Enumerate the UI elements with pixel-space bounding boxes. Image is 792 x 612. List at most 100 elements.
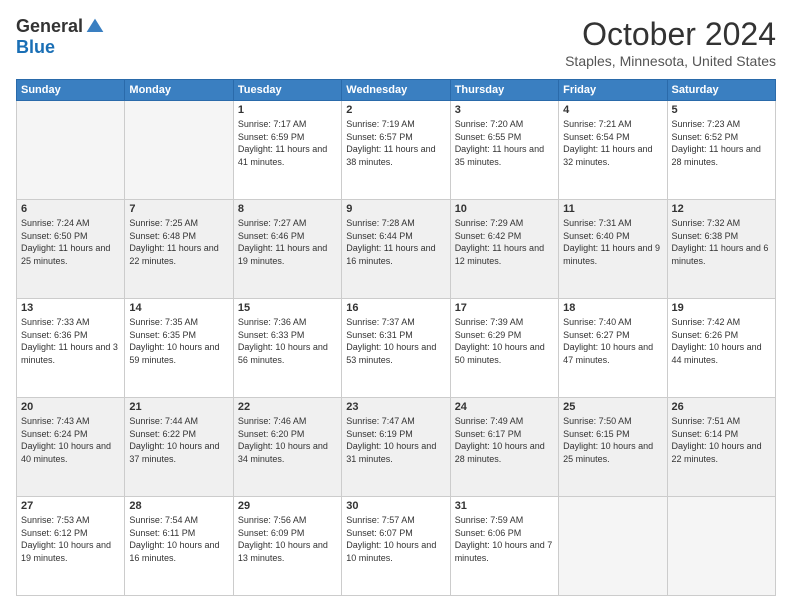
day-number: 5 xyxy=(672,104,771,116)
table-row xyxy=(125,101,233,200)
day-info: Sunrise: 7:50 AMSunset: 6:15 PMDaylight:… xyxy=(563,415,662,465)
day-number: 22 xyxy=(238,401,337,413)
day-number: 7 xyxy=(129,203,228,215)
day-info: Sunrise: 7:19 AMSunset: 6:57 PMDaylight:… xyxy=(346,118,445,168)
calendar-header-row: Sunday Monday Tuesday Wednesday Thursday… xyxy=(17,80,776,101)
day-number: 20 xyxy=(21,401,120,413)
day-number: 15 xyxy=(238,302,337,314)
day-info: Sunrise: 7:24 AMSunset: 6:50 PMDaylight:… xyxy=(21,217,120,267)
table-row xyxy=(667,497,775,596)
table-row: 22 Sunrise: 7:46 AMSunset: 6:20 PMDayligh… xyxy=(233,398,341,497)
day-info: Sunrise: 7:39 AMSunset: 6:29 PMDaylight:… xyxy=(455,316,554,366)
table-row: 15 Sunrise: 7:36 AMSunset: 6:33 PMDayligh… xyxy=(233,299,341,398)
table-row xyxy=(559,497,667,596)
header: General Blue October 2024 Staples, Minne… xyxy=(16,16,776,69)
table-row: 4Sunrise: 7:21 AMSunset: 6:54 PMDaylight… xyxy=(559,101,667,200)
day-number: 25 xyxy=(563,401,662,413)
table-row: 31 Sunrise: 7:59 AMSunset: 6:06 PMDayligh… xyxy=(450,497,558,596)
day-number: 23 xyxy=(346,401,445,413)
day-info: Sunrise: 7:49 AMSunset: 6:17 PMDaylight:… xyxy=(455,415,554,465)
logo: General Blue xyxy=(16,16,105,58)
col-friday: Friday xyxy=(559,80,667,101)
day-number: 11 xyxy=(563,203,662,215)
calendar-week-row: 6 Sunrise: 7:24 AMSunset: 6:50 PMDaylight… xyxy=(17,200,776,299)
day-info: Sunrise: 7:25 AMSunset: 6:48 PMDaylight:… xyxy=(129,217,228,267)
title-block: October 2024 Staples, Minnesota, United … xyxy=(565,16,776,69)
col-thursday: Thursday xyxy=(450,80,558,101)
table-row: 25 Sunrise: 7:50 AMSunset: 6:15 PMDayligh… xyxy=(559,398,667,497)
day-info: Sunrise: 7:17 AMSunset: 6:59 PMDaylight:… xyxy=(238,118,337,168)
day-number: 19 xyxy=(672,302,771,314)
table-row: 19 Sunrise: 7:42 AMSunset: 6:26 PMDayligh… xyxy=(667,299,775,398)
day-number: 9 xyxy=(346,203,445,215)
table-row: 26 Sunrise: 7:51 AMSunset: 6:14 PMDayligh… xyxy=(667,398,775,497)
table-row: 1 Sunrise: 7:17 AMSunset: 6:59 PMDaylight… xyxy=(233,101,341,200)
day-info: Sunrise: 7:20 AMSunset: 6:55 PMDaylight:… xyxy=(455,118,554,168)
day-number: 21 xyxy=(129,401,228,413)
day-info: Sunrise: 7:54 AMSunset: 6:11 PMDaylight:… xyxy=(129,514,228,564)
calendar: Sunday Monday Tuesday Wednesday Thursday… xyxy=(16,79,776,596)
table-row xyxy=(17,101,125,200)
table-row: 14 Sunrise: 7:35 AMSunset: 6:35 PMDayligh… xyxy=(125,299,233,398)
table-row: 12 Sunrise: 7:32 AMSunset: 6:38 PMDayligh… xyxy=(667,200,775,299)
day-info: Sunrise: 7:31 AMSunset: 6:40 PMDaylight:… xyxy=(563,217,662,267)
table-row: 28 Sunrise: 7:54 AMSunset: 6:11 PMDayligh… xyxy=(125,497,233,596)
day-info: Sunrise: 7:37 AMSunset: 6:31 PMDaylight:… xyxy=(346,316,445,366)
col-tuesday: Tuesday xyxy=(233,80,341,101)
day-number: 12 xyxy=(672,203,771,215)
logo-general-text: General xyxy=(16,16,83,37)
calendar-week-row: 20 Sunrise: 7:43 AMSunset: 6:24 PMDayligh… xyxy=(17,398,776,497)
col-monday: Monday xyxy=(125,80,233,101)
table-row: 7 Sunrise: 7:25 AMSunset: 6:48 PMDaylight… xyxy=(125,200,233,299)
col-wednesday: Wednesday xyxy=(342,80,450,101)
table-row: 20 Sunrise: 7:43 AMSunset: 6:24 PMDayligh… xyxy=(17,398,125,497)
day-number: 1 xyxy=(238,104,337,116)
day-info: Sunrise: 7:59 AMSunset: 6:06 PMDaylight:… xyxy=(455,514,554,564)
day-info: Sunrise: 7:56 AMSunset: 6:09 PMDaylight:… xyxy=(238,514,337,564)
day-info: Sunrise: 7:33 AMSunset: 6:36 PMDaylight:… xyxy=(21,316,120,366)
day-number: 28 xyxy=(129,500,228,512)
day-info: Sunrise: 7:23 AMSunset: 6:52 PMDaylight:… xyxy=(672,118,771,168)
day-info: Sunrise: 7:32 AMSunset: 6:38 PMDaylight:… xyxy=(672,217,771,267)
table-row: 18 Sunrise: 7:40 AMSunset: 6:27 PMDayligh… xyxy=(559,299,667,398)
location: Staples, Minnesota, United States xyxy=(565,53,776,69)
table-row: 9Sunrise: 7:28 AMSunset: 6:44 PMDaylight… xyxy=(342,200,450,299)
table-row: 24 Sunrise: 7:49 AMSunset: 6:17 PMDayligh… xyxy=(450,398,558,497)
day-number: 24 xyxy=(455,401,554,413)
logo-icon xyxy=(85,17,105,37)
day-info: Sunrise: 7:43 AMSunset: 6:24 PMDaylight:… xyxy=(21,415,120,465)
calendar-week-row: 13 Sunrise: 7:33 AMSunset: 6:36 PMDayligh… xyxy=(17,299,776,398)
month-title: October 2024 xyxy=(565,16,776,53)
day-info: Sunrise: 7:53 AMSunset: 6:12 PMDaylight:… xyxy=(21,514,120,564)
day-info: Sunrise: 7:51 AMSunset: 6:14 PMDaylight:… xyxy=(672,415,771,465)
day-number: 6 xyxy=(21,203,120,215)
day-info: Sunrise: 7:42 AMSunset: 6:26 PMDaylight:… xyxy=(672,316,771,366)
day-number: 18 xyxy=(563,302,662,314)
day-info: Sunrise: 7:36 AMSunset: 6:33 PMDaylight:… xyxy=(238,316,337,366)
day-number: 14 xyxy=(129,302,228,314)
table-row: 23Sunrise: 7:47 AMSunset: 6:19 PMDayligh… xyxy=(342,398,450,497)
table-row: 29 Sunrise: 7:56 AMSunset: 6:09 PMDayligh… xyxy=(233,497,341,596)
table-row: 16 Sunrise: 7:37 AMSunset: 6:31 PMDayligh… xyxy=(342,299,450,398)
day-number: 30 xyxy=(346,500,445,512)
table-row: 30 Sunrise: 7:57 AMSunset: 6:07 PMDayligh… xyxy=(342,497,450,596)
table-row: 11 Sunrise: 7:31 AMSunset: 6:40 PMDayligh… xyxy=(559,200,667,299)
day-number: 29 xyxy=(238,500,337,512)
table-row: 8Sunrise: 7:27 AMSunset: 6:46 PMDaylight… xyxy=(233,200,341,299)
logo-blue-text: Blue xyxy=(16,37,55,58)
day-number: 31 xyxy=(455,500,554,512)
calendar-week-row: 27 Sunrise: 7:53 AMSunset: 6:12 PMDayligh… xyxy=(17,497,776,596)
day-number: 16 xyxy=(346,302,445,314)
table-row: 6 Sunrise: 7:24 AMSunset: 6:50 PMDaylight… xyxy=(17,200,125,299)
day-number: 13 xyxy=(21,302,120,314)
day-info: Sunrise: 7:46 AMSunset: 6:20 PMDaylight:… xyxy=(238,415,337,465)
table-row: 10 Sunrise: 7:29 AMSunset: 6:42 PMDayligh… xyxy=(450,200,558,299)
day-info: Sunrise: 7:35 AMSunset: 6:35 PMDaylight:… xyxy=(129,316,228,366)
day-number: 26 xyxy=(672,401,771,413)
day-info: Sunrise: 7:40 AMSunset: 6:27 PMDaylight:… xyxy=(563,316,662,366)
day-number: 10 xyxy=(455,203,554,215)
day-info: Sunrise: 7:57 AMSunset: 6:07 PMDaylight:… xyxy=(346,514,445,564)
day-info: Sunrise: 7:29 AMSunset: 6:42 PMDaylight:… xyxy=(455,217,554,267)
day-number: 27 xyxy=(21,500,120,512)
day-number: 8 xyxy=(238,203,337,215)
